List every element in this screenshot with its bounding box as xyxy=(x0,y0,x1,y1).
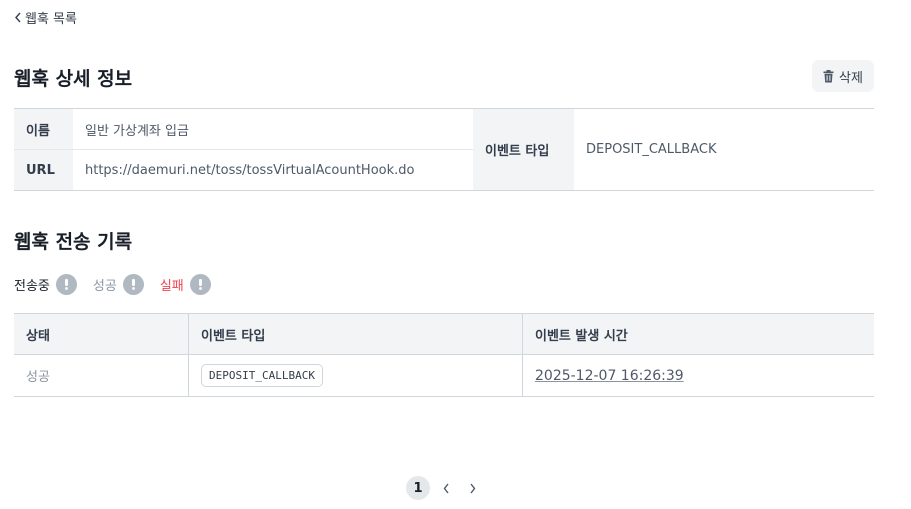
delete-button-label: 삭제 xyxy=(839,70,863,86)
column-header-status: 상태 xyxy=(14,314,189,354)
status-text: 성공 xyxy=(26,370,50,385)
row-event-time-cell: 2025-12-07 16:26:39 xyxy=(523,355,874,396)
filter-sending[interactable]: 전송중 xyxy=(14,274,77,295)
row-event-type-cell: DEPOSIT_CALLBACK xyxy=(189,355,523,396)
table-header: 상태 이벤트 타입 이벤트 발생 시간 xyxy=(14,314,874,355)
column-header-event-time: 이벤트 발생 시간 xyxy=(535,328,628,344)
filter-success-label: 성공 xyxy=(92,279,117,294)
chevron-left-icon xyxy=(15,12,21,23)
row-status-cell: 성공 xyxy=(14,355,189,396)
exclamation-icon xyxy=(122,274,144,295)
event-type-value: DEPOSIT_CALLBACK xyxy=(586,142,717,157)
chevron-right-icon xyxy=(469,483,475,493)
event-type-badge: DEPOSIT_CALLBACK xyxy=(201,364,323,387)
name-value: 일반 가상계좌 입금 xyxy=(85,123,189,139)
column-header-event-type: 이벤트 타입 xyxy=(189,314,523,354)
url-value: https://daemuri.net/toss/tossVirtualAcou… xyxy=(85,162,415,178)
filter-sending-label: 전송중 xyxy=(14,279,50,294)
webhook-log-table: 상태 이벤트 타입 이벤트 발생 시간 성공 DEPOSIT_CALLBACK … xyxy=(14,313,874,397)
trash-icon xyxy=(823,69,834,82)
table-row[interactable]: 성공 DEPOSIT_CALLBACK 2025-12-07 16:26:39 xyxy=(14,355,874,396)
name-label: 이름 xyxy=(14,109,73,149)
chevron-left-icon xyxy=(443,483,449,493)
back-to-webhook-list-link[interactable]: 웹훅 목록 xyxy=(14,8,77,27)
back-link-label: 웹훅 목록 xyxy=(25,12,77,27)
filter-success[interactable]: 성공 xyxy=(93,274,144,295)
page-number[interactable]: 1 xyxy=(406,476,430,500)
event-time-link[interactable]: 2025-12-07 16:26:39 xyxy=(535,368,684,384)
pagination: 1 xyxy=(406,476,482,500)
page-title: 웹훅 상세 정보 xyxy=(14,68,133,90)
history-title: 웹훅 전송 기록 xyxy=(14,231,133,253)
delete-button[interactable]: 삭제 xyxy=(812,60,874,92)
prev-page-button[interactable] xyxy=(436,476,456,500)
webhook-info-table: 이름 일반 가상계좌 입금 URL https://daemuri.net/to… xyxy=(14,108,874,191)
exclamation-icon xyxy=(189,274,211,295)
status-filters: 전송중 성공 실패 xyxy=(14,274,227,295)
filter-fail[interactable]: 실패 xyxy=(160,274,211,295)
filter-fail-label: 실패 xyxy=(159,279,184,294)
exclamation-icon xyxy=(55,274,77,295)
next-page-button[interactable] xyxy=(462,476,482,500)
url-label: URL xyxy=(14,150,73,190)
event-type-label: 이벤트 타입 xyxy=(473,109,574,190)
